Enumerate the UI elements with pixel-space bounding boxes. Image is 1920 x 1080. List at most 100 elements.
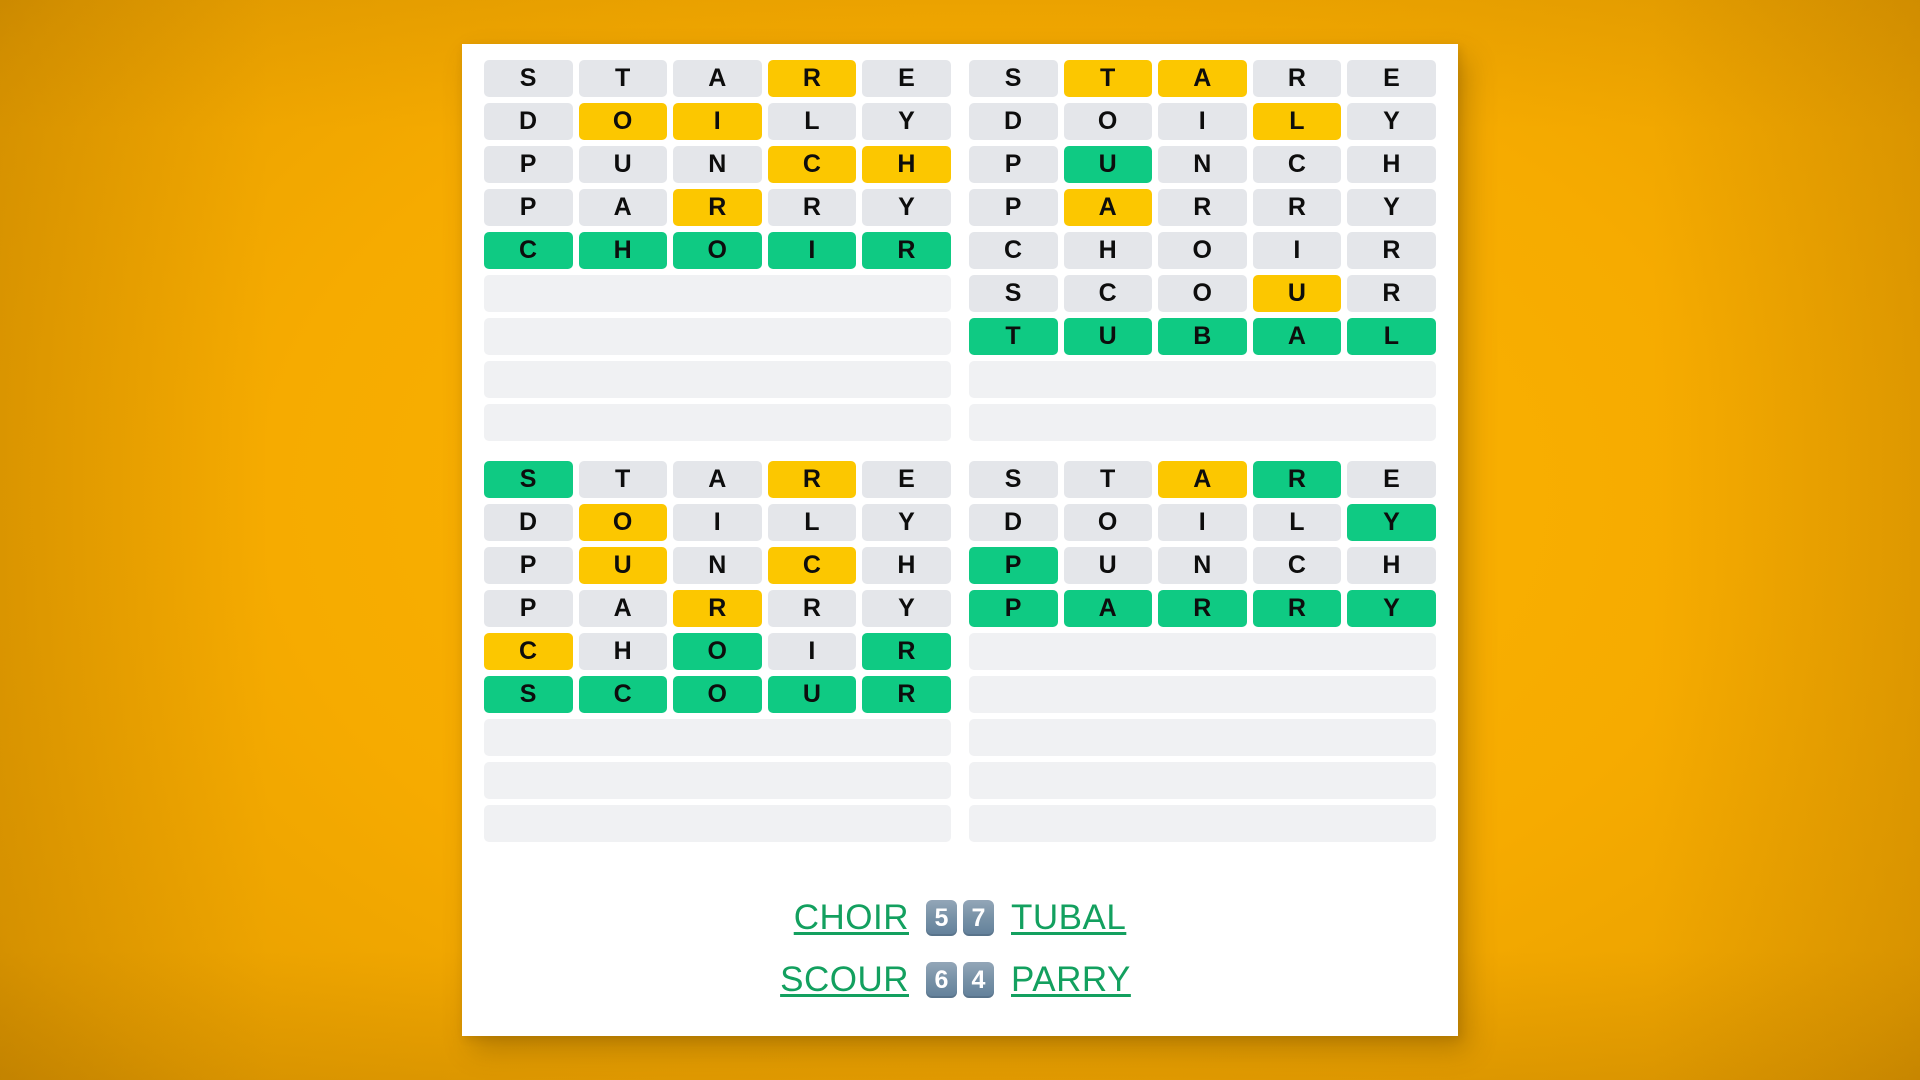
letter-tile: T: [578, 461, 668, 498]
letter-tile: C: [578, 676, 668, 713]
letter-tile: H: [862, 146, 951, 183]
letter-tile: S: [484, 676, 573, 713]
letter-tile: Y: [1347, 103, 1436, 140]
letter-tile: S: [969, 60, 1058, 97]
letter-tile: H: [578, 232, 668, 269]
letter-tile: I: [1252, 232, 1342, 269]
board-top-right: STAREDOILYPUNCHPARRYCHOIRSCOURTUBAL: [969, 60, 1436, 441]
letter-tile: R: [767, 60, 857, 97]
letter-tile: R: [767, 590, 857, 627]
letter-tile: P: [484, 547, 573, 584]
guess-row: CHOIR: [484, 633, 951, 670]
letter-tile: C: [1252, 547, 1342, 584]
letter-tile: O: [673, 633, 762, 670]
guess-row-empty: [484, 762, 951, 799]
guess-row: PUNCH: [969, 547, 1436, 584]
guess-row: STARE: [969, 461, 1436, 498]
letter-tile: H: [862, 547, 951, 584]
board-top-left: STAREDOILYPUNCHPARRYCHOIR: [484, 60, 951, 441]
letter-tile: I: [767, 633, 857, 670]
letter-tile: R: [1347, 232, 1436, 269]
letter-tile: U: [767, 676, 857, 713]
guess-row-empty: [969, 633, 1436, 670]
letter-tile: I: [673, 103, 762, 140]
letter-tile: N: [1158, 547, 1247, 584]
letter-tile: E: [862, 60, 951, 97]
letter-tile: P: [484, 189, 573, 226]
letter-tile: R: [1252, 590, 1342, 627]
results-card: STAREDOILYPUNCHPARRYCHOIRSTAREDOILYPUNCH…: [462, 44, 1458, 1036]
letter-tile: R: [862, 232, 951, 269]
score-badge-left: 5: [926, 900, 957, 936]
letter-tile: P: [484, 590, 573, 627]
guess-row-empty: [484, 404, 951, 441]
guess-row-empty: [484, 318, 951, 355]
letter-tile: Y: [1347, 189, 1436, 226]
letter-tile: U: [1252, 275, 1342, 312]
guess-row-empty: [969, 719, 1436, 756]
answer-word-left[interactable]: SCOUR: [729, 960, 909, 1000]
guess-row: CHOIR: [969, 232, 1436, 269]
letter-tile: D: [969, 504, 1058, 541]
answer-word-right[interactable]: TUBAL: [1011, 898, 1191, 938]
letter-tile: C: [767, 146, 857, 183]
letter-tile: P: [969, 590, 1058, 627]
guess-row: PUNCH: [969, 146, 1436, 183]
letter-tile: P: [969, 146, 1058, 183]
guess-row: STARE: [969, 60, 1436, 97]
letter-tile: C: [484, 232, 573, 269]
letter-tile: D: [484, 504, 573, 541]
letter-tile: A: [578, 590, 668, 627]
letter-tile: O: [1158, 275, 1247, 312]
score-badge-left: 6: [926, 962, 957, 998]
letter-tile: S: [484, 461, 573, 498]
letter-tile: R: [767, 461, 857, 498]
letter-tile: E: [862, 461, 951, 498]
letter-tile: R: [1347, 275, 1436, 312]
guess-row: PARRY: [969, 189, 1436, 226]
guess-row: DOILY: [969, 504, 1436, 541]
board-bottom-right: STARE DOILY PUNCH PARRY: [969, 461, 1436, 842]
guess-row: DOILY: [484, 103, 951, 140]
letter-tile: U: [1063, 547, 1153, 584]
guess-row-empty: [969, 676, 1436, 713]
guess-row: DOILY: [969, 103, 1436, 140]
letter-tile: U: [1063, 146, 1153, 183]
letter-tile: D: [969, 103, 1058, 140]
letter-tile: L: [767, 103, 857, 140]
letter-tile: L: [1252, 103, 1342, 140]
letter-tile: H: [1347, 146, 1436, 183]
letter-tile: R: [1252, 60, 1342, 97]
letter-tile: N: [1158, 146, 1247, 183]
guess-row: PARRY: [969, 590, 1436, 627]
guess-row: STARE: [484, 461, 951, 498]
answer-word-right[interactable]: PARRY: [1011, 960, 1191, 1000]
guess-row-empty: [484, 719, 951, 756]
guess-row-empty: [969, 805, 1436, 842]
letter-tile: R: [862, 633, 951, 670]
guess-row: STARE: [484, 60, 951, 97]
letter-tile: T: [1063, 60, 1153, 97]
letter-tile: O: [1063, 103, 1153, 140]
letter-tile: H: [1347, 547, 1436, 584]
score-badge-right: 4: [963, 962, 994, 998]
letter-tile: E: [1347, 461, 1436, 498]
letter-tile: N: [673, 146, 762, 183]
score-badge-right: 7: [963, 900, 994, 936]
letter-tile: T: [1063, 461, 1153, 498]
letter-tile: U: [1063, 318, 1153, 355]
letter-tile: Y: [1347, 504, 1436, 541]
letter-tile: B: [1158, 318, 1247, 355]
letter-tile: T: [969, 318, 1058, 355]
letter-tile: C: [1063, 275, 1153, 312]
letter-tile: I: [1158, 504, 1247, 541]
answer-row: CHOIR 5 7 TUBAL: [729, 892, 1191, 944]
answer-word-left[interactable]: CHOIR: [729, 898, 909, 938]
score-badges: 57: [923, 900, 997, 936]
letter-tile: L: [767, 504, 857, 541]
guess-row-empty: [484, 361, 951, 398]
guess-row: SCOUR: [969, 275, 1436, 312]
letter-tile: C: [767, 547, 857, 584]
guess-row: PARRY: [484, 189, 951, 226]
letter-tile: O: [1158, 232, 1247, 269]
